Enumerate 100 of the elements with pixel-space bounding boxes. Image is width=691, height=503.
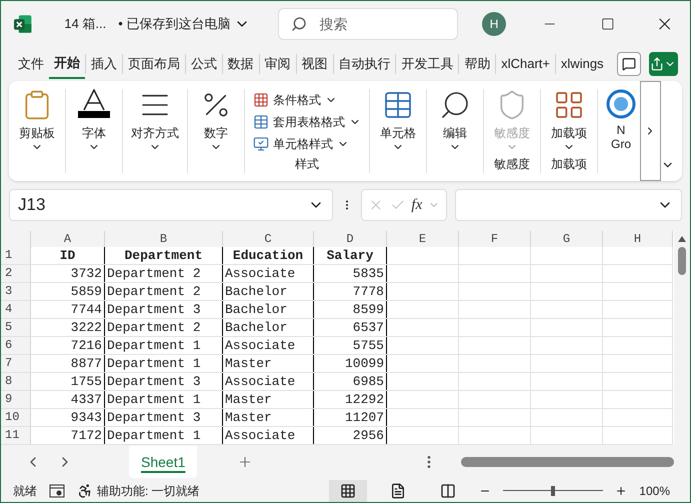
table-cell: Bachelor [223,283,314,300]
comments-button[interactable] [616,52,641,76]
table-cell: 3732 [31,265,105,282]
table-icon [253,114,269,130]
ribbon-tab[interactable]: 公式 [186,49,222,79]
search-input[interactable]: 搜索 [319,14,440,34]
column-header[interactable]: B [105,231,223,247]
table-cell: Department 3 [105,301,223,318]
table-cell: Department 3 [105,373,223,390]
ribbon-button[interactable]: 编辑 [435,89,475,153]
sheet-tab[interactable]: Sheet1 [129,446,198,478]
column-header[interactable]: H [603,231,673,247]
insert-function-button[interactable]: fx [411,194,422,216]
row-header[interactable]: 1 [1,247,31,264]
ribbon-button[interactable]: 单元格样式 [253,133,361,155]
scroll-up-icon[interactable] [677,235,687,243]
row-header[interactable]: 4 [1,301,31,318]
zoom-percentage[interactable]: 100% [639,482,670,500]
cells-icon [382,89,414,121]
search-field[interactable]: 搜索 [278,8,458,40]
zoom-slider[interactable] [503,486,604,496]
ribbon-tab[interactable]: 审阅 [260,49,296,79]
table-cell: Master [223,391,314,408]
table-cell: Department 3 [105,409,223,426]
accessibility-status[interactable]: 辅助功能: 一切就绪 [77,482,200,500]
ribbon-button[interactable]: N Gro [606,89,636,151]
table-cell: 8877 [31,355,105,372]
column-header[interactable]: E [387,231,459,247]
row-header[interactable]: 2 [1,265,31,282]
ribbon-tab[interactable]: 开发工具 [396,49,458,79]
ribbon-tab[interactable]: 文件 [13,49,49,79]
column-header[interactable]: G [531,231,603,247]
maximize-icon[interactable] [601,17,615,31]
table-cell: 11207 [314,409,387,426]
table-cell: Department 2 [105,319,223,336]
table-cell: Associate [223,265,314,282]
row-header[interactable]: 8 [1,373,31,390]
row-header[interactable]: 9 [1,391,31,408]
view-button[interactable] [329,480,368,502]
table-cell: 4337 [31,391,105,408]
table-cell: 10099 [314,355,387,372]
row-header[interactable]: 7 [1,355,31,372]
excel-logo-icon [13,14,32,34]
ribbon-tab[interactable]: 页面布局 [122,49,185,79]
row-header[interactable]: 6 [1,337,31,354]
table-cell: 5859 [31,283,105,300]
row-header[interactable]: 10 [1,409,31,426]
table-cell: Associate [223,373,314,390]
share-button[interactable] [648,52,678,76]
ribbon-button[interactable]: 加载项 [549,89,589,153]
ribbon-button[interactable]: 字体 [74,89,114,153]
group-label: 加载项 [551,156,587,173]
ribbon-button[interactable]: 剪贴板 [17,89,57,153]
ribbon-button[interactable]: 套用表格格式 [253,111,361,133]
save-status-button[interactable]: • 已保存到这台电脑 [118,14,250,34]
grid-icon [553,89,585,121]
table-cell: 5755 [314,337,387,354]
row-header[interactable]: 3 [1,283,31,300]
horizontal-scrollbar[interactable] [461,457,674,467]
row-header[interactable]: 5 [1,319,31,336]
name-box[interactable]: J13 [9,189,333,221]
table-cell: Salary [314,247,387,264]
ribbon-tab[interactable]: 数据 [222,49,259,79]
table-cell: 7172 [31,427,105,444]
ribbon-tab[interactable]: 自动执行 [333,49,396,79]
formula-input[interactable] [455,189,682,221]
search-icon [291,16,308,32]
group-label: 敏感度 [494,156,530,173]
ribbon-button[interactable]: 单元格 [378,89,418,153]
ribbon-tab[interactable]: 帮助 [459,49,496,79]
table-cell: Department 1 [105,427,223,444]
font-color-icon [78,89,110,121]
column-header[interactable]: A [31,231,105,247]
table-cell: 7744 [31,301,105,318]
group-label: 样式 [294,156,320,173]
table-cell: Department 1 [105,355,223,372]
row-header[interactable]: 11 [1,427,31,444]
table-cell: Bachelor [223,301,314,318]
ribbon-tab[interactable]: xlChart+ [496,49,555,79]
circle-icon [606,89,636,119]
column-header[interactable]: D [314,231,387,247]
ribbon-button[interactable]: 对齐方式 [131,89,179,153]
file-name[interactable]: 14 箱... [64,14,106,34]
share-icon [650,57,664,71]
macro-recording-icon[interactable] [49,484,65,498]
column-header[interactable]: C [223,231,314,247]
ribbon-button[interactable]: 条件格式 [253,89,361,111]
zoom-in-icon[interactable] [615,484,628,496]
ribbon-button[interactable]: 数字 [196,89,236,153]
avatar[interactable]: H [482,12,506,36]
ribbon-tab[interactable]: 插入 [86,49,122,79]
table-cell: 9343 [31,409,105,426]
table-cell: Bachelor [223,319,314,336]
scrollbar-thumb[interactable] [678,247,686,275]
status-text: 就绪 [13,482,37,500]
table-cell: 1755 [31,373,105,390]
accessibility-icon [77,482,93,498]
ribbon-tab[interactable]: 视图 [296,49,333,79]
ribbon-tab[interactable]: xlwings [556,49,609,79]
column-header[interactable]: F [459,231,531,247]
